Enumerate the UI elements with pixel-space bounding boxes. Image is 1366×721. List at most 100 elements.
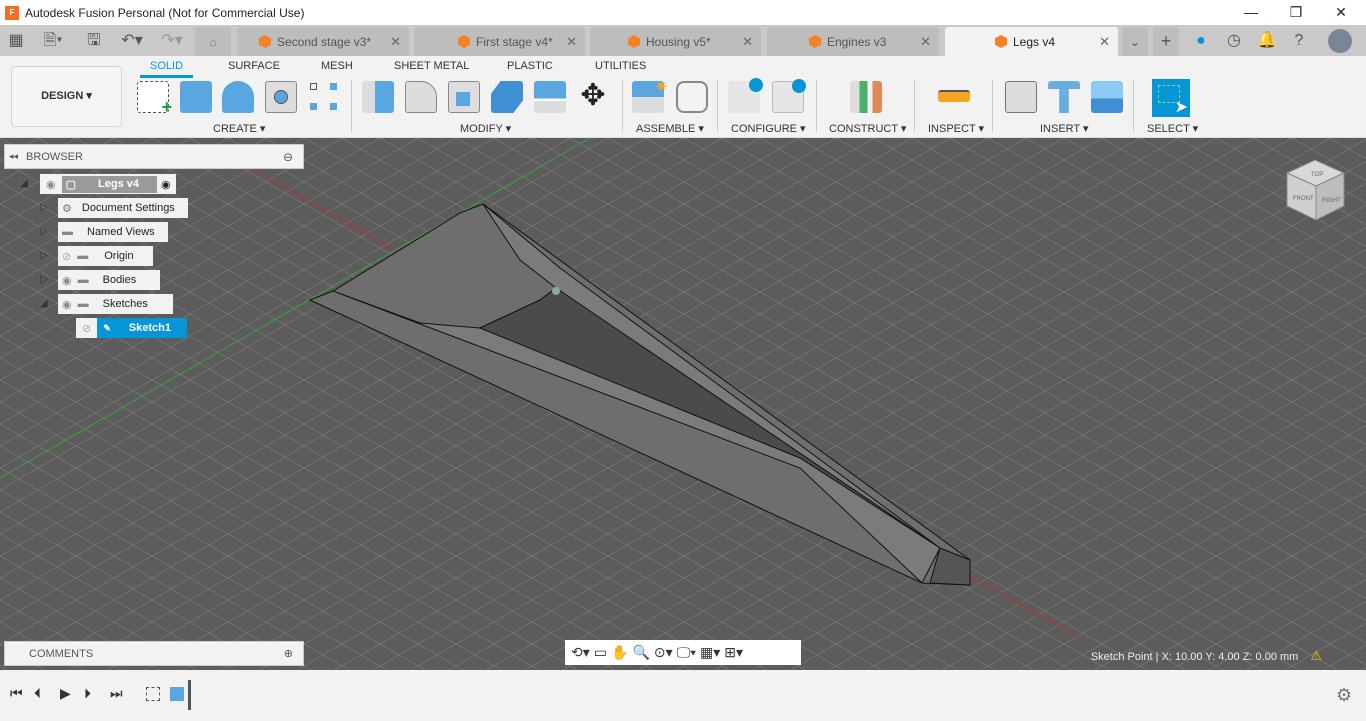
- expand-arrow-icon[interactable]: ▷: [40, 274, 50, 286]
- tab-housing[interactable]: Housing v5* ✕: [590, 27, 761, 56]
- configuration-table-icon[interactable]: [772, 79, 806, 113]
- tab-sheet-metal[interactable]: SHEET METAL: [394, 60, 469, 72]
- add-comment-icon[interactable]: ⊕: [284, 647, 293, 660]
- insert-menu[interactable]: INSERT ▾: [1040, 122, 1089, 135]
- tab-legs[interactable]: Legs v4 ✕: [945, 27, 1118, 56]
- collapse-browser-icon[interactable]: ◂◂: [9, 151, 18, 162]
- zoom-icon[interactable]: 🔍: [632, 644, 649, 661]
- tab-engines[interactable]: Engines v3 ✕: [767, 27, 939, 56]
- browser-item-document-settings[interactable]: ⚙ Document Settings: [58, 198, 188, 218]
- extrude-icon[interactable]: [180, 81, 212, 113]
- hole-icon[interactable]: [265, 81, 297, 113]
- tab-plastic[interactable]: PLASTIC: [507, 60, 553, 72]
- shell-icon[interactable]: [448, 81, 480, 113]
- eye-hidden-icon[interactable]: ⊘: [76, 322, 97, 335]
- tab-close-icon[interactable]: ✕: [390, 34, 401, 50]
- assemble-menu[interactable]: ASSEMBLE ▾: [636, 122, 704, 135]
- eye-icon[interactable]: ◉: [62, 298, 72, 311]
- go-to-end-icon[interactable]: ⏭: [110, 685, 123, 702]
- close-button[interactable]: ✕: [1318, 0, 1364, 25]
- eye-icon[interactable]: ◉: [46, 178, 56, 191]
- timeline-settings-gear-icon[interactable]: ⚙: [1336, 685, 1352, 706]
- browser-item-origin[interactable]: ⊘ ▬ Origin: [58, 246, 153, 266]
- collapse-arrow-icon[interactable]: ◢: [40, 298, 50, 310]
- canvas[interactable]: TOP FRONT RIGHT: [0, 138, 1366, 670]
- browser-item-named-views[interactable]: ▬ Named Views: [58, 222, 168, 242]
- revolve-icon[interactable]: [222, 81, 254, 113]
- tab-second-stage[interactable]: Second stage v3* ✕: [237, 27, 409, 56]
- select-icon[interactable]: ➤: [1152, 79, 1190, 117]
- pattern-icon[interactable]: [308, 81, 340, 113]
- tab-utilities[interactable]: UTILITIES: [595, 60, 646, 72]
- inspect-menu[interactable]: INSPECT ▾: [928, 122, 984, 135]
- fit-icon[interactable]: ⊙▾: [654, 644, 673, 661]
- notifications-icon[interactable]: 🔔: [1256, 29, 1278, 53]
- tab-solid[interactable]: SOLID: [140, 60, 194, 78]
- viewcube-front[interactable]: FRONT: [1293, 196, 1314, 202]
- user-avatar[interactable]: [1328, 29, 1352, 53]
- save-icon[interactable]: 🖫: [84, 29, 104, 53]
- tab-list-button[interactable]: ⌄: [1122, 27, 1148, 56]
- warning-icon[interactable]: ⚠: [1310, 648, 1322, 663]
- new-component-icon[interactable]: ✷: [632, 79, 668, 113]
- activate-radio-icon[interactable]: ◉: [161, 178, 171, 191]
- combine-icon[interactable]: [491, 81, 523, 113]
- viewports-icon[interactable]: ⊞▾: [724, 644, 743, 661]
- 3d-viewport[interactable]: TOP FRONT RIGHT: [0, 138, 1366, 670]
- look-at-icon[interactable]: ▭: [594, 644, 607, 661]
- viewcube-right[interactable]: RIGHT: [1322, 198, 1341, 204]
- tab-close-icon[interactable]: ✕: [920, 34, 931, 50]
- expand-arrow-icon[interactable]: ▷: [40, 250, 50, 262]
- eye-icon[interactable]: ◉: [62, 274, 72, 287]
- insert-derive-icon[interactable]: [1005, 81, 1037, 113]
- help-icon[interactable]: ?: [1288, 29, 1310, 53]
- pan-icon[interactable]: ✋: [611, 644, 628, 661]
- insert-mcmaster-icon[interactable]: [1048, 81, 1080, 113]
- modify-menu[interactable]: MODIFY ▾: [460, 122, 511, 135]
- browser-root[interactable]: ◉ ▢ Legs v4 ◉: [40, 174, 176, 194]
- eye-hidden-icon[interactable]: ⊘: [62, 250, 71, 263]
- expand-arrow-icon[interactable]: ▷: [40, 202, 50, 214]
- fillet-icon[interactable]: [405, 81, 437, 113]
- select-menu[interactable]: SELECT ▾: [1147, 122, 1198, 135]
- timeline-marker[interactable]: [188, 680, 191, 710]
- browser-item-bodies[interactable]: ◉ ▬ Bodies: [58, 270, 160, 290]
- home-tab[interactable]: ⌂: [195, 27, 231, 56]
- tab-first-stage[interactable]: First stage v4* ✕: [414, 27, 585, 56]
- timeline-sketch-icon[interactable]: [146, 687, 160, 701]
- create-menu[interactable]: CREATE ▾: [213, 122, 265, 135]
- joint-icon[interactable]: [676, 81, 708, 113]
- display-settings-icon[interactable]: 🖵▾: [677, 644, 696, 661]
- redo-icon[interactable]: ↷▾: [156, 29, 188, 53]
- press-pull-icon[interactable]: [362, 81, 394, 113]
- insert-canvas-icon[interactable]: [1091, 81, 1123, 113]
- tab-close-icon[interactable]: ✕: [742, 34, 753, 50]
- step-back-icon[interactable]: ⏴: [34, 685, 41, 702]
- collapse-arrow-icon[interactable]: ◢: [20, 178, 30, 190]
- configure-icon[interactable]: [728, 78, 763, 113]
- file-menu-icon[interactable]: 🗎▾: [38, 29, 68, 53]
- construct-menu[interactable]: CONSTRUCT ▾: [829, 122, 906, 135]
- browser-item-sketch1[interactable]: ⊘ ✎ Sketch1: [76, 318, 187, 338]
- orbit-icon[interactable]: ⟲▾: [571, 644, 590, 661]
- tab-mesh[interactable]: MESH: [321, 60, 353, 72]
- viewcube-top[interactable]: TOP: [1311, 172, 1323, 178]
- minimize-panel-icon[interactable]: ⊖: [283, 150, 293, 164]
- play-icon[interactable]: ▶: [60, 685, 71, 702]
- maximize-button[interactable]: ❐: [1273, 0, 1319, 25]
- go-to-start-icon[interactable]: ⏮: [10, 685, 23, 702]
- extensions-icon[interactable]: ●: [1190, 29, 1212, 53]
- job-status-icon[interactable]: ◷: [1223, 29, 1245, 53]
- expand-arrow-icon[interactable]: ▷: [40, 226, 50, 238]
- undo-icon[interactable]: ↶▾: [116, 29, 148, 53]
- grid-settings-icon[interactable]: ▦▾: [700, 644, 720, 661]
- workspace-switcher[interactable]: DESIGN ▾: [11, 66, 122, 127]
- new-tab-button[interactable]: +: [1153, 27, 1179, 56]
- tab-close-icon[interactable]: ✕: [566, 34, 577, 50]
- move-icon[interactable]: ✥: [577, 81, 609, 113]
- split-face-icon[interactable]: [534, 81, 566, 113]
- sketch-point[interactable]: [552, 287, 560, 295]
- create-sketch-icon[interactable]: +: [137, 81, 172, 117]
- tab-surface[interactable]: SURFACE: [228, 60, 280, 72]
- minimize-button[interactable]: —: [1228, 0, 1274, 25]
